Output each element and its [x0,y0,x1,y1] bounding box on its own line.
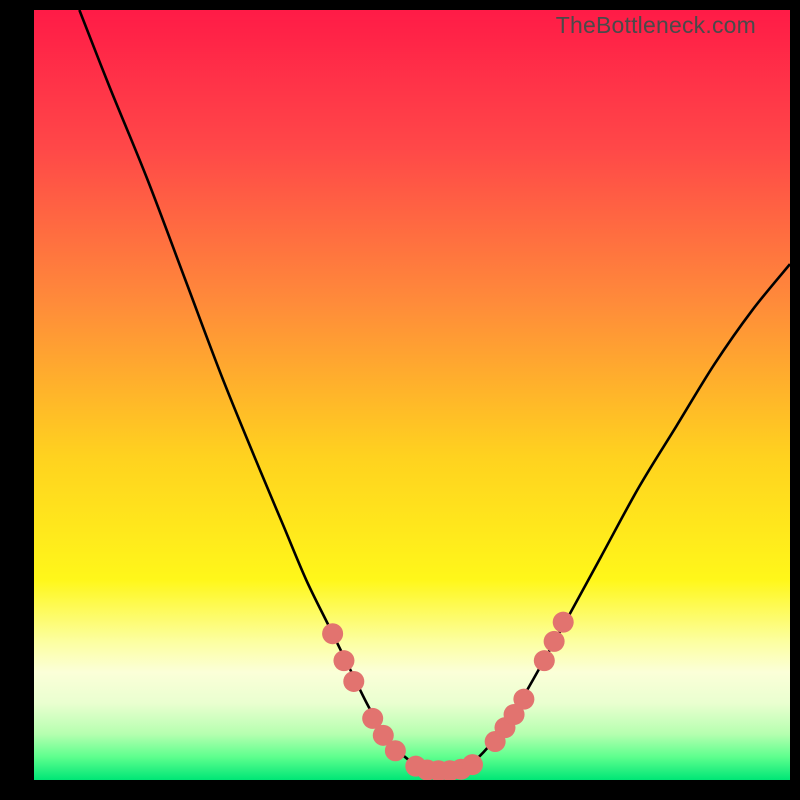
data-marker [534,650,555,671]
data-marker [322,623,343,644]
data-marker [462,754,483,775]
watermark-text: TheBottleneck.com [556,12,756,39]
bottleneck-curve [79,10,790,771]
data-marker [343,671,364,692]
data-marker [544,631,565,652]
data-marker [385,740,406,761]
data-marker [333,650,354,671]
chart-frame: TheBottleneck.com [0,0,800,800]
curve-layer [34,10,790,780]
data-marker [553,612,574,633]
plot-area [34,10,790,780]
data-marker [513,689,534,710]
